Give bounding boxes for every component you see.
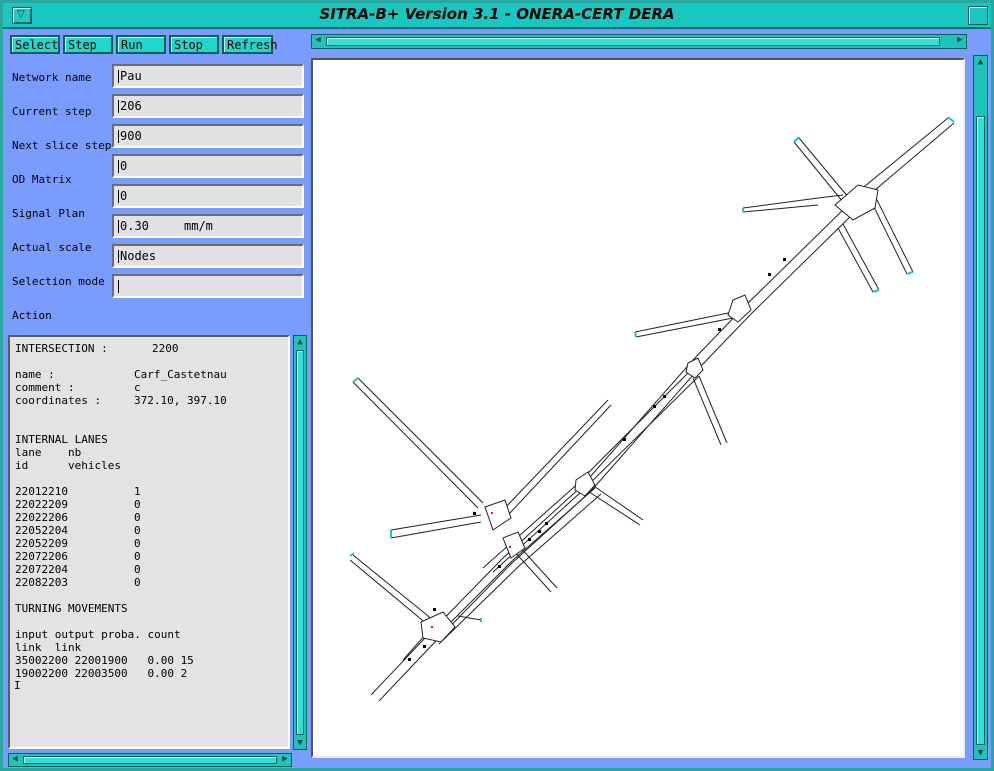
lane-vehicles: 0 bbox=[134, 511, 141, 524]
window-maximize-button[interactable] bbox=[968, 6, 988, 25]
selection-mode-field[interactable] bbox=[112, 274, 304, 298]
scroll-up-icon[interactable]: ▲ bbox=[294, 336, 306, 348]
lane-vehicles: 0 bbox=[134, 524, 141, 537]
name-value: Carf_Castetnau bbox=[134, 368, 227, 381]
current-step-value: 206 bbox=[120, 99, 142, 113]
network-canvas[interactable] bbox=[311, 58, 965, 758]
turn-row: 19002200 22003500 0.00 2 bbox=[15, 667, 188, 680]
road-network-drawing bbox=[349, 116, 955, 702]
turn-header-1: input output proba. count bbox=[15, 628, 181, 641]
scroll-right-icon[interactable]: ▶ bbox=[279, 754, 291, 766]
selection-mode-label: Selection mode bbox=[12, 275, 105, 288]
lane-id: 22082203 bbox=[15, 576, 68, 589]
scroll-right-icon[interactable]: ▶ bbox=[954, 35, 966, 48]
lane-vehicles: 0 bbox=[134, 537, 141, 550]
lane-id: 22012210 bbox=[15, 485, 68, 498]
text-caret bbox=[118, 250, 119, 263]
lane-id: 22052209 bbox=[15, 537, 68, 550]
name-label: name : bbox=[15, 368, 55, 381]
lanes-header-2: id vehicles bbox=[15, 459, 121, 472]
signal-plan-value: 0.30 bbox=[120, 219, 149, 233]
intersection-info-panel[interactable]: INTERSECTION : 2200 name : Carf_Castetna… bbox=[8, 335, 290, 749]
scroll-left-icon[interactable]: ◀ bbox=[9, 754, 21, 766]
text-caret bbox=[118, 280, 119, 293]
internal-lanes-title: INTERNAL LANES bbox=[15, 433, 108, 446]
text-caret bbox=[118, 70, 119, 83]
canvas-vertical-scroll-thumb[interactable] bbox=[976, 116, 985, 745]
od-matrix-field[interactable]: 0 bbox=[112, 154, 304, 178]
turning-movements-title: TURNING MOVEMENTS bbox=[15, 602, 128, 615]
lane-vehicles: 1 bbox=[134, 485, 141, 498]
od-matrix-label: OD Matrix bbox=[12, 173, 72, 186]
canvas-vertical-scrollbar[interactable]: ▲ ▼ bbox=[973, 55, 988, 760]
lanes-header-1: lane nb bbox=[15, 446, 82, 459]
lane-vehicles: 0 bbox=[134, 550, 141, 563]
signal-plan-field[interactable]: 0.30 mm/m bbox=[112, 214, 304, 238]
signal-plan-unit: mm/m bbox=[184, 219, 213, 233]
network-name-value: Pau bbox=[120, 69, 142, 83]
next-slice-step-value: 900 bbox=[120, 129, 142, 143]
info-horizontal-scroll-thumb[interactable] bbox=[23, 756, 277, 764]
od-matrix-value-2: 0 bbox=[120, 189, 128, 203]
actual-scale-label: Actual scale bbox=[12, 241, 92, 254]
lane-vehicles: 0 bbox=[134, 576, 141, 589]
network-name-label: Network name bbox=[12, 71, 92, 84]
scroll-left-icon[interactable]: ◀ bbox=[312, 35, 324, 48]
od-matrix-field-2[interactable]: 0 bbox=[112, 184, 304, 208]
lane-vehicles: 0 bbox=[134, 563, 141, 576]
intersection-id: 2200 bbox=[152, 342, 179, 355]
network-name-field[interactable]: Pau bbox=[112, 64, 304, 88]
scroll-down-icon[interactable]: ▼ bbox=[974, 747, 987, 759]
comment-label: comment : bbox=[15, 381, 75, 394]
actual-scale-field[interactable]: Nodes bbox=[112, 244, 304, 268]
turn-header-2: link link bbox=[15, 641, 82, 654]
lane-id: 22052204 bbox=[15, 524, 68, 537]
intersection-nodes bbox=[420, 184, 879, 643]
signal-plan-label: Signal Plan bbox=[12, 207, 85, 220]
text-cursor-icon: I bbox=[14, 679, 21, 692]
lane-id: 22072204 bbox=[15, 563, 68, 576]
text-caret bbox=[118, 220, 119, 233]
text-caret bbox=[118, 100, 119, 113]
next-slice-step-label: Next slice step bbox=[12, 139, 112, 152]
select-button[interactable]: Select bbox=[10, 35, 60, 54]
stop-button[interactable]: Stop bbox=[169, 35, 219, 54]
run-button[interactable]: Run bbox=[116, 35, 166, 54]
lane-vehicles: 0 bbox=[134, 498, 141, 511]
actual-scale-value: Nodes bbox=[120, 249, 157, 263]
scroll-up-icon[interactable]: ▲ bbox=[974, 56, 987, 68]
refresh-button[interactable]: Refresh bbox=[222, 35, 278, 54]
title-bar: ▽ SITRA-B+ Version 3.1 - ONERA-CERT DERA bbox=[3, 3, 991, 29]
canvas-horizontal-scrollbar[interactable]: ◀ ▶ bbox=[311, 34, 967, 49]
window-title: SITRA-B+ Version 3.1 - ONERA-CERT DERA bbox=[319, 5, 675, 23]
lane-id: 22072206 bbox=[15, 550, 68, 563]
lane-id: 22022209 bbox=[15, 498, 68, 511]
coordinates-value: 372.10, 397.10 bbox=[134, 394, 227, 407]
od-matrix-value: 0 bbox=[120, 159, 128, 173]
lane-id: 22022206 bbox=[15, 511, 68, 524]
step-button[interactable]: Step bbox=[63, 35, 113, 54]
current-step-field[interactable]: 206 bbox=[112, 94, 304, 118]
text-caret bbox=[118, 190, 119, 203]
next-slice-step-field[interactable]: 900 bbox=[112, 124, 304, 148]
current-step-label: Current step bbox=[12, 105, 92, 118]
signals bbox=[431, 512, 511, 628]
text-caret bbox=[118, 160, 119, 173]
info-horizontal-scrollbar[interactable]: ◀ ▶ bbox=[8, 753, 292, 767]
scroll-down-icon[interactable]: ▼ bbox=[294, 737, 306, 749]
turn-row: 35002200 22001900 0.00 15 bbox=[15, 654, 194, 667]
comment-value: c bbox=[134, 381, 141, 394]
info-vertical-scroll-thumb[interactable] bbox=[296, 350, 304, 735]
action-label: Action bbox=[12, 309, 52, 322]
text-caret bbox=[118, 130, 119, 143]
canvas-horizontal-scroll-thumb[interactable] bbox=[326, 37, 940, 46]
coordinates-label: coordinates : bbox=[15, 394, 102, 407]
main-window: ▽ SITRA-B+ Version 3.1 - ONERA-CERT DERA… bbox=[0, 0, 994, 771]
intersection-label: INTERSECTION : bbox=[15, 342, 108, 355]
info-vertical-scrollbar[interactable]: ▲ ▼ bbox=[293, 335, 307, 750]
